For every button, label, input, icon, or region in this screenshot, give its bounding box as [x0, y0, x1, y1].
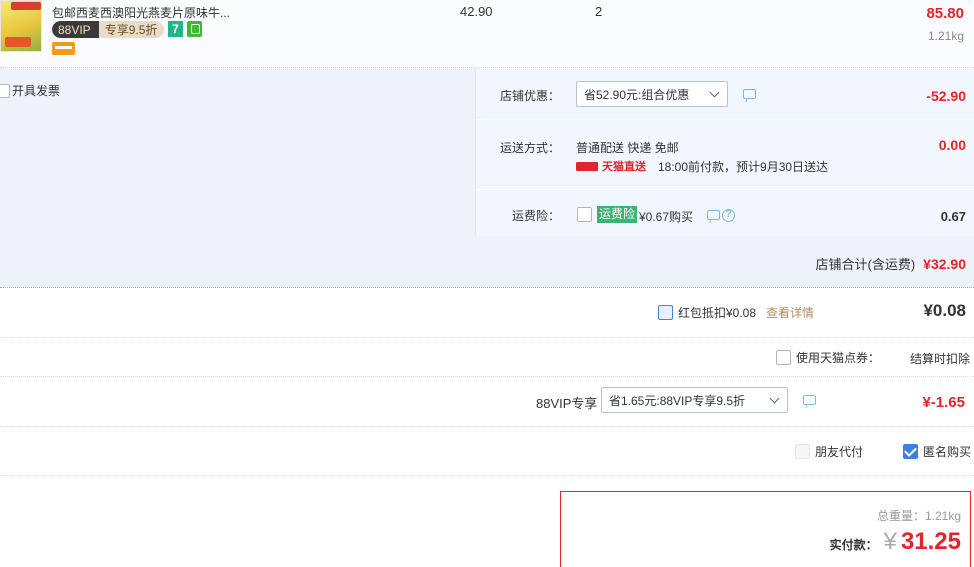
shipping-amount: 0.00: [938, 137, 966, 153]
actual-payment-amount: 31.25: [900, 528, 961, 555]
unit-price: 42.90: [460, 4, 493, 19]
shop-total: 店铺合计(含运费) ¥32.90: [816, 254, 967, 273]
tmall-points-row: 使用天猫点券： 结算时扣除: [0, 338, 974, 377]
anonymous-purchase-option[interactable]: 匿名购买: [903, 443, 971, 460]
purchase-options-row: 朋友代付 匿名购买: [0, 427, 974, 476]
anonymous-purchase-checkbox[interactable]: [903, 444, 918, 459]
quantity: 2: [595, 4, 603, 19]
vip-discount-badge: 88VIP 专享9.5折: [52, 21, 164, 38]
vip-exclusive-label: 88VIP专享: [536, 396, 598, 411]
vip-exclusive-amount: ¥-1.65: [922, 394, 965, 411]
red-packet-row: 红包抵扣¥0.08 查看详情 ¥0.08: [0, 288, 974, 338]
insurance-amount: 0.67: [940, 209, 966, 224]
tmall-points-option[interactable]: 使用天猫点券：: [776, 349, 880, 366]
chevron-down-icon: [769, 393, 780, 404]
friend-pay-label: 朋友代付: [815, 445, 864, 459]
red-packet-label: 红包抵扣¥0.08: [678, 306, 757, 320]
tmall-direct-label: 天猫直送: [602, 161, 646, 173]
product-subtotal: 85.80: [926, 5, 964, 22]
insurance-label: 运费险：: [511, 209, 560, 223]
red-packet-checkbox[interactable]: [658, 305, 673, 320]
vip-exclusive-row: 88VIP专享 省1.65元:88VIP专享9.5折 ¥-1.65: [0, 377, 974, 427]
shipping-method: 普通配送 快递 免邮: [576, 141, 679, 155]
insurance-tag: 运费险: [597, 206, 638, 223]
shop-discount-amount: -52.90: [926, 88, 966, 104]
tmall-direct-tag: 天猫直送: [576, 158, 646, 174]
credit-card-icon: [52, 42, 75, 55]
red-packet-option[interactable]: 红包抵扣¥0.08 查看详情: [658, 304, 814, 321]
tmall-points-note: 结算时扣除: [909, 352, 970, 366]
delivery-eta: 18:00前付款，预计9月30日送达: [658, 160, 829, 174]
payment-summary-box: 总重量：1.21kg 实付款： ¥ 31.25: [560, 491, 971, 567]
anonymous-purchase-label: 匿名购买: [923, 445, 972, 459]
total-weight: 总重量：1.21kg: [876, 509, 961, 523]
tmall-points-checkbox[interactable]: [776, 350, 791, 365]
actual-payment: 实付款： ¥ 31.25: [830, 528, 961, 556]
vip-exclusive-select[interactable]: 省1.65元:88VIP专享9.5折: [601, 387, 788, 413]
chevron-down-icon: [709, 87, 720, 98]
vip-exclusive-selected: 省1.65元:88VIP专享9.5折: [609, 393, 746, 408]
friend-pay-option[interactable]: 朋友代付: [795, 443, 863, 460]
invoice-option[interactable]: 开具发票: [0, 82, 60, 99]
seven-day-return-icon: 7: [168, 21, 183, 37]
message-icon[interactable]: [803, 395, 816, 405]
view-details-link[interactable]: 查看详情: [766, 304, 814, 321]
red-packet-amount: ¥0.08: [923, 301, 966, 320]
vip-label: 88VIP: [52, 21, 99, 38]
shop-options-block: 开具发票 店铺优惠： 省52.90元:组合优惠 -52.90 运送方式： 普通配…: [0, 68, 974, 288]
shipping-label: 运送方式：: [499, 141, 560, 155]
shop-total-value: ¥32.90: [923, 256, 966, 272]
product-thumbnail[interactable]: [0, 0, 42, 52]
truck-icon: [576, 161, 598, 171]
message-icon[interactable]: [707, 210, 720, 220]
invoice-checkbox[interactable]: [0, 83, 10, 98]
insurance-checkbox[interactable]: [577, 207, 592, 222]
friend-pay-checkbox[interactable]: [795, 444, 810, 459]
shipping-row: 运送方式： 普通配送 快递 免邮 天猫直送 18:00前付款，预计9月30日送达…: [476, 120, 974, 190]
shop-discount-selected: 省52.90元:组合优惠: [584, 87, 690, 102]
shipping-insurance-row: 运费险： 运费险 ¥0.67购买 ? 0.67: [476, 190, 974, 236]
insurance-price: ¥0.67购买: [639, 210, 694, 224]
invoice-label: 开具发票: [12, 84, 61, 98]
tmall-points-label: 使用天猫点券：: [796, 351, 881, 365]
vip-discount-text: 专享9.5折: [104, 23, 158, 37]
currency-symbol: ¥: [883, 528, 897, 555]
message-icon[interactable]: [743, 89, 756, 99]
actual-payment-label: 实付款：: [829, 538, 878, 552]
insurance-tag-wrap: 运费险: [597, 206, 638, 223]
shop-discount-row: 店铺优惠： 省52.90元:组合优惠 -52.90: [476, 68, 974, 120]
shop-discount-label: 店铺优惠：: [499, 89, 560, 103]
product-weight: 1.21kg: [927, 29, 964, 43]
shop-options-panel: 店铺优惠： 省52.90元:组合优惠 -52.90 运送方式： 普通配送 快递 …: [475, 68, 974, 236]
shop-discount-select[interactable]: 省52.90元:组合优惠: [576, 81, 728, 107]
help-icon[interactable]: ?: [722, 209, 735, 222]
shop-total-label: 店铺合计(含运费): [815, 257, 916, 272]
gift-icon: [187, 21, 202, 37]
product-title-link[interactable]: 包邮西麦西澳阳光燕麦片原味牛...: [52, 4, 230, 21]
product-row: 包邮西麦西澳阳光燕麦片原味牛... 88VIP 专享9.5折 7 42.90 2…: [0, 0, 974, 68]
